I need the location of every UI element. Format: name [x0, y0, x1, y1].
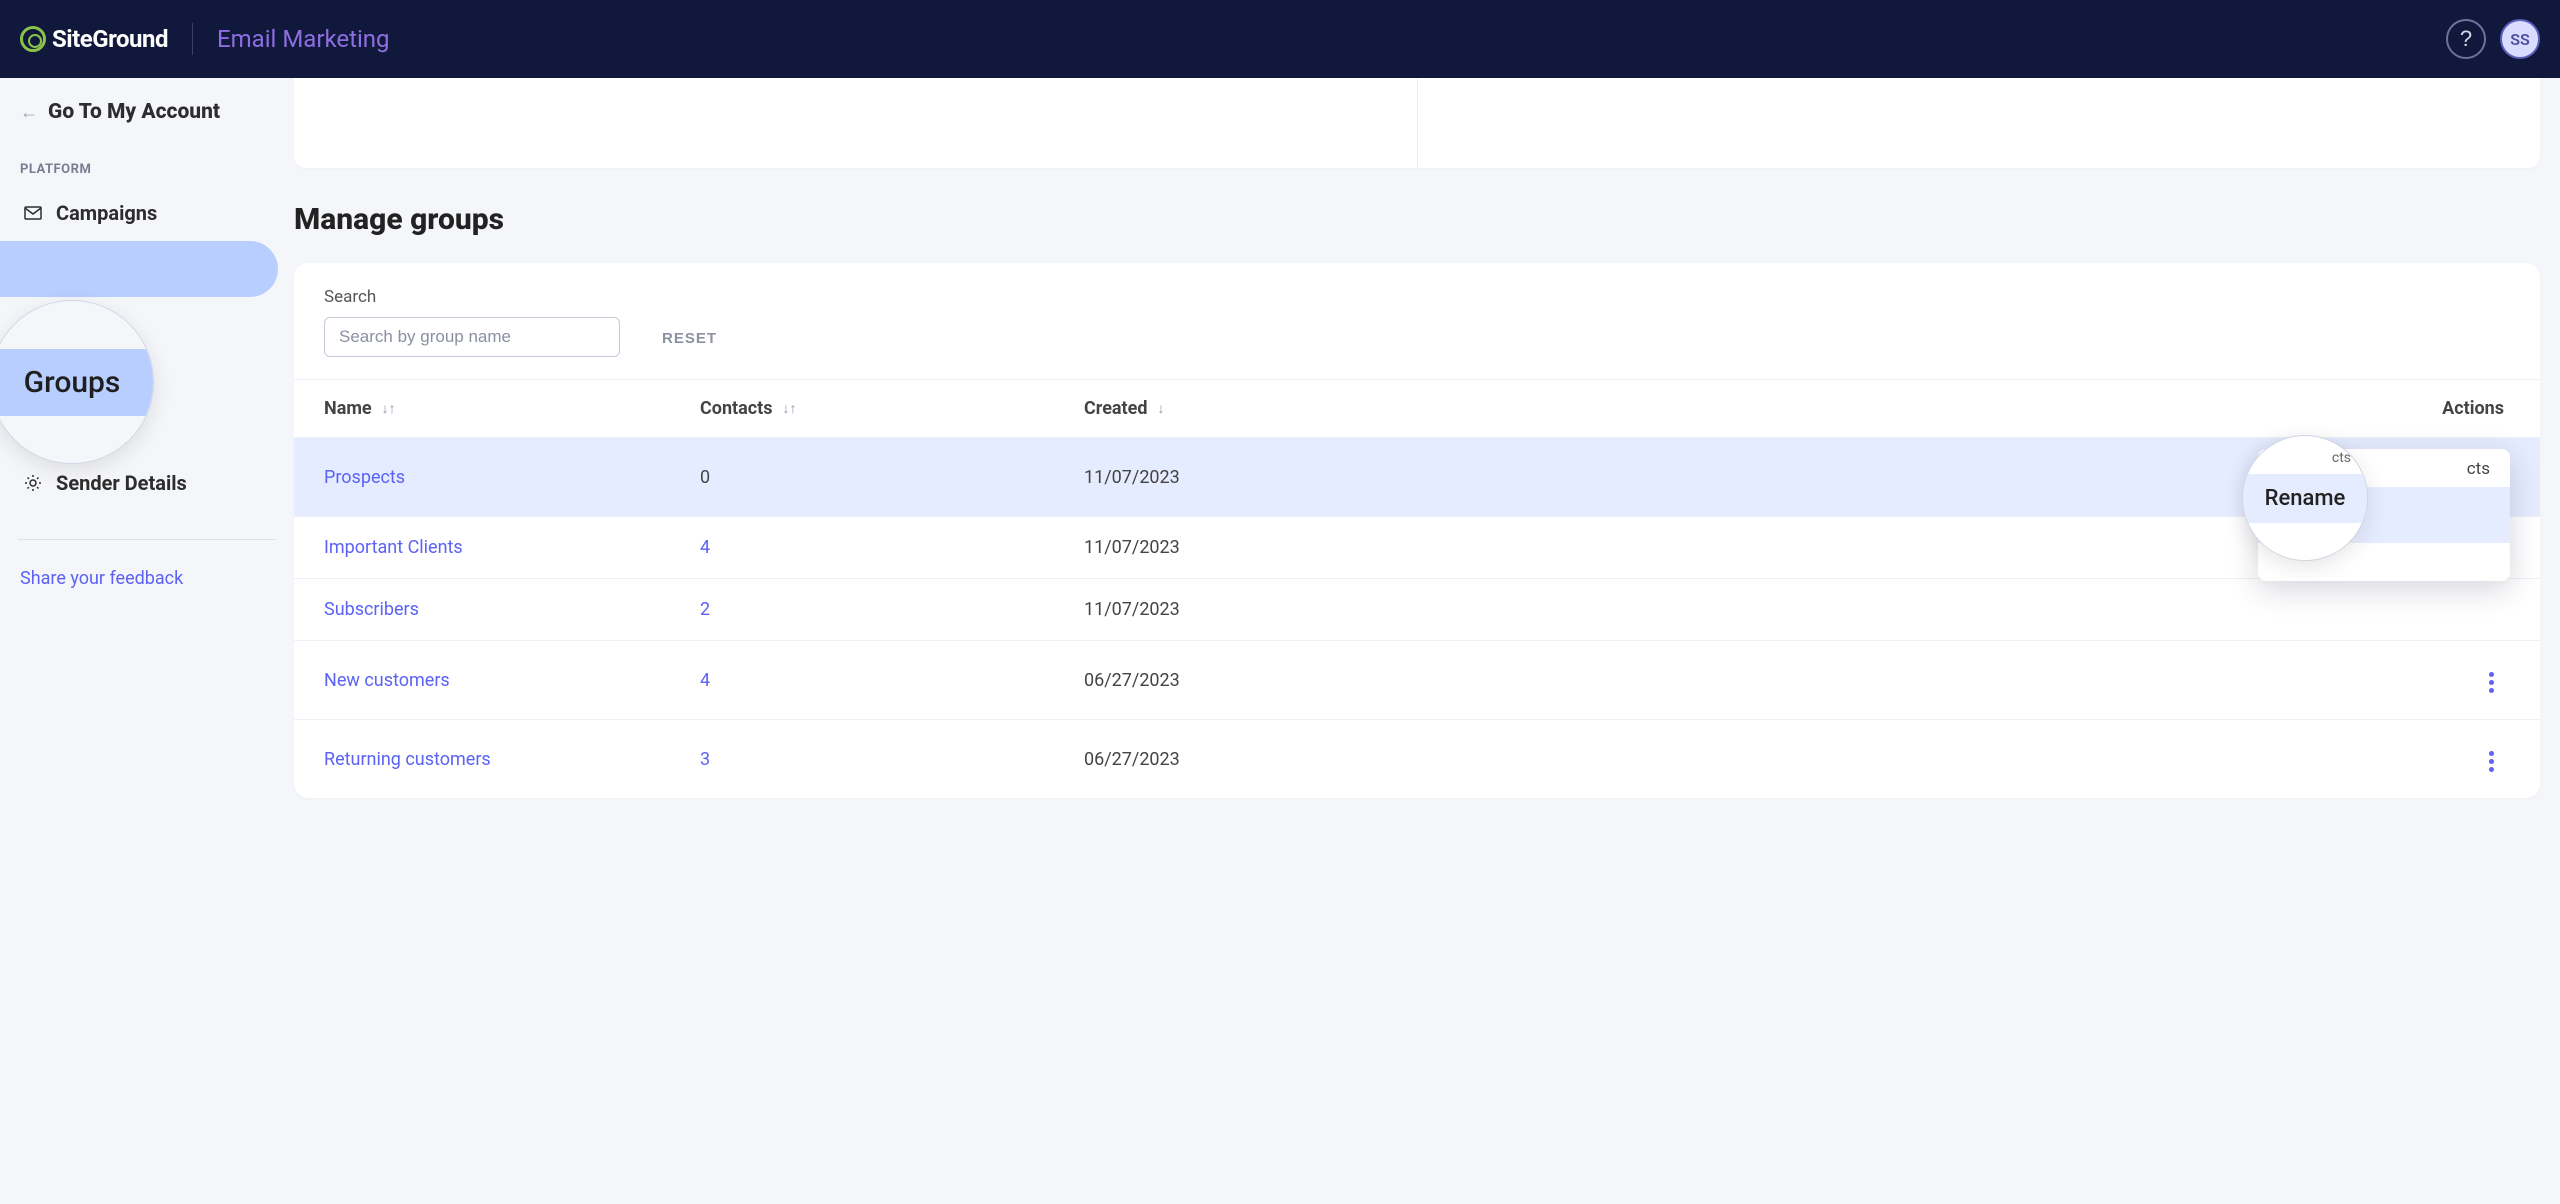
kebab-icon[interactable]: [2479, 666, 2504, 699]
groups-table: Name ↓↑ Contacts ↓↑ Created ↓ Actions: [294, 379, 2540, 798]
row-context-menu: cts Rename: [2258, 449, 2510, 581]
back-label: Go To My Account: [48, 100, 220, 124]
group-name-link[interactable]: Returning customers: [324, 749, 700, 770]
contacts-count[interactable]: 4: [700, 537, 1084, 558]
row-actions-cell: [1424, 661, 2510, 699]
contacts-count[interactable]: 3: [700, 749, 1084, 770]
brand-logo[interactable]: SiteGround: [20, 25, 168, 53]
question-icon: ?: [2460, 26, 2472, 52]
product-name: Email Marketing: [217, 25, 390, 53]
created-date: 11/07/2023: [1084, 599, 1424, 620]
group-name-link[interactable]: New customers: [324, 670, 700, 691]
avatar-initials: SS: [2510, 30, 2530, 49]
top-cards-strip: [294, 78, 2540, 168]
column-header-contacts[interactable]: Contacts ↓↑: [700, 398, 1084, 419]
reset-button[interactable]: RESET: [662, 330, 717, 357]
table-row: Subscribers211/07/2023: [294, 578, 2540, 640]
search-label: Search: [324, 287, 620, 307]
group-name-link[interactable]: Prospects: [324, 467, 700, 488]
column-header-actions: Actions: [1424, 398, 2510, 419]
header-divider: [192, 23, 193, 55]
avatar[interactable]: SS: [2500, 19, 2540, 59]
table-row: Important Clients411/07/2023: [294, 516, 2540, 578]
search-input[interactable]: [324, 317, 620, 357]
group-name-link[interactable]: Important Clients: [324, 537, 700, 558]
sidebar-item-groups[interactable]: Groups: [0, 241, 278, 297]
contacts-count: 0: [700, 467, 1084, 488]
page-title: Manage groups: [294, 168, 2560, 263]
chart-icon: [24, 365, 42, 383]
table-row: New customers406/27/2023: [294, 640, 2540, 719]
sidebar-item-label: Campaigns: [56, 201, 157, 225]
row-actions-cell: [1424, 740, 2510, 778]
group-name-link[interactable]: Subscribers: [324, 599, 700, 620]
help-button[interactable]: ?: [2446, 19, 2486, 59]
contacts-count[interactable]: 2: [700, 599, 1084, 620]
logo-mark-icon: [20, 26, 46, 52]
arrow-left-icon: ←: [20, 102, 38, 123]
header-right: ? SS: [2446, 19, 2540, 59]
gear-icon: [24, 474, 42, 492]
section-label-platform: PLATFORM: [0, 154, 294, 185]
created-date: 11/07/2023: [1084, 537, 1424, 558]
envelope-icon: [24, 204, 42, 222]
sidebar-item-label: Sender Details: [56, 471, 187, 495]
main-content: Manage groups Search RESET Name ↓↑ Conta…: [294, 78, 2560, 1204]
sidebar-item-campaigns[interactable]: Campaigns: [0, 185, 278, 241]
created-date: 11/07/2023: [1084, 467, 1424, 488]
sidebar-item-sender-details[interactable]: Sender Details: [0, 455, 278, 511]
feedback-label: Share your feedback: [20, 568, 183, 589]
menu-item-rename[interactable]: Rename: [2258, 487, 2510, 543]
kebab-icon[interactable]: [2479, 745, 2504, 778]
created-date: 06/27/2023: [1084, 670, 1424, 691]
search-row: Search RESET: [294, 287, 2540, 379]
table-row: Prospects011/07/2023: [294, 437, 2540, 516]
top-header: SiteGround Email Marketing ? SS: [0, 0, 2560, 78]
menu-item-partial[interactable]: cts: [2258, 449, 2510, 487]
brand-name: SiteGround: [52, 25, 168, 53]
column-header-created[interactable]: Created ↓: [1084, 398, 1424, 419]
sidebar-divider: [18, 539, 276, 540]
sidebar-item-analytics[interactable]: Analytics: [0, 346, 278, 402]
table-row: Returning customers306/27/2023: [294, 719, 2540, 798]
contacts-count[interactable]: 4: [700, 670, 1084, 691]
sort-icon: ↓↑: [782, 400, 796, 417]
sort-icon: ↓: [1158, 400, 1165, 417]
sort-icon: ↓↑: [382, 400, 396, 417]
sidebar-item-label: Analytics: [56, 362, 139, 386]
column-header-name[interactable]: Name ↓↑: [324, 398, 700, 419]
sidebar-item-psite[interactable]: P Site: [0, 297, 294, 346]
top-card-left: [294, 78, 1417, 168]
header-left: SiteGround Email Marketing: [20, 23, 390, 55]
groups-panel: Search RESET Name ↓↑ Contacts ↓↑: [294, 263, 2540, 798]
section-label-config: CONFIGURATION: [0, 424, 294, 455]
top-card-right: [1417, 78, 2541, 168]
sidebar: ← Go To My Account PLATFORM Campaigns Gr…: [0, 78, 294, 1204]
feedback-link[interactable]: Share your feedback: [0, 568, 294, 589]
created-date: 06/27/2023: [1084, 749, 1424, 770]
table-header-row: Name ↓↑ Contacts ↓↑ Created ↓ Actions: [294, 379, 2540, 437]
back-to-account-link[interactable]: ← Go To My Account: [0, 96, 294, 154]
sidebar-item-label: P Site: [58, 311, 104, 332]
menu-item-blank[interactable]: [2258, 543, 2510, 581]
